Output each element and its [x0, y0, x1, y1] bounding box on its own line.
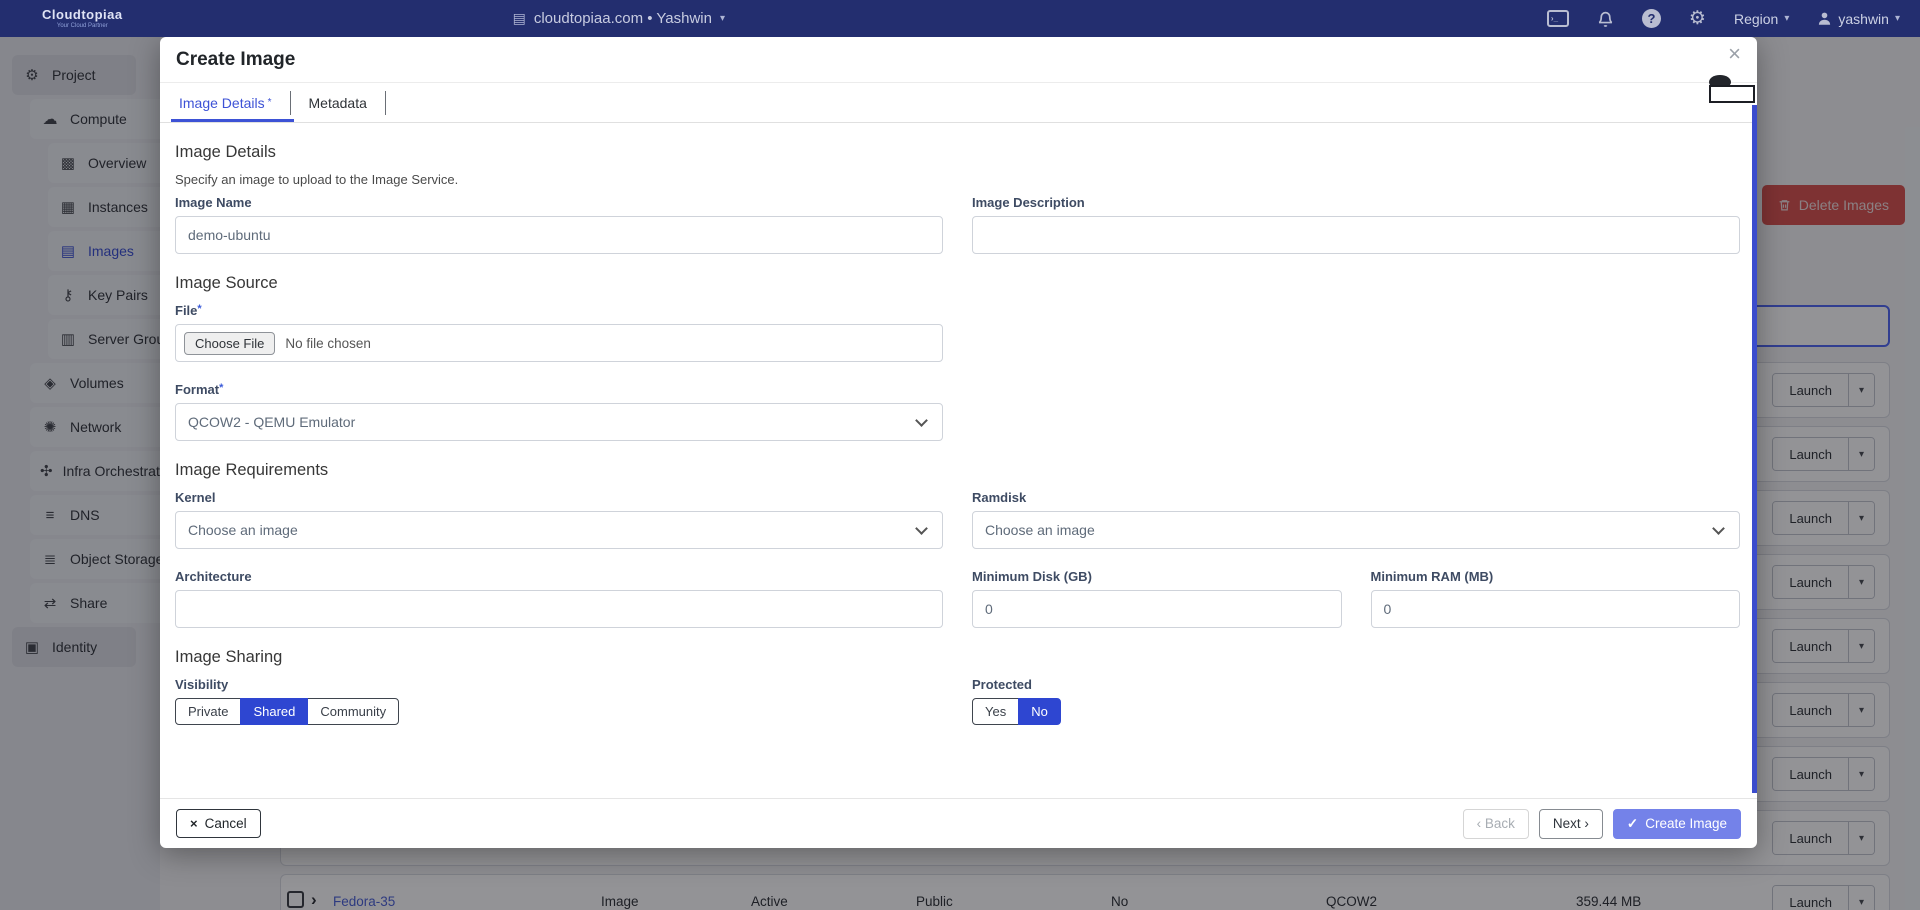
architecture-input[interactable]: [175, 590, 943, 628]
chevron-down-icon: [915, 414, 928, 427]
image-description-label: Image Description: [972, 195, 1740, 210]
tab-metadata[interactable]: Metadata: [305, 83, 371, 122]
check-icon: ✓: [1627, 816, 1638, 832]
modal-scrollbar[interactable]: [1752, 105, 1757, 793]
section-image-sharing: Image Sharing Visibility Private Shared …: [175, 648, 1740, 725]
chevron-down-icon: [1712, 522, 1725, 535]
protected-yes-button[interactable]: Yes: [972, 698, 1019, 725]
visibility-private-button[interactable]: Private: [175, 698, 241, 725]
domain-project-switcher[interactable]: ▤ cloudtopiaa.com • Yashwin ▾: [513, 10, 725, 27]
choose-file-button[interactable]: Choose File: [184, 332, 275, 355]
protected-group: Protected Yes No: [972, 677, 1740, 725]
image-description-group: Image Description: [972, 195, 1740, 254]
scrolled-element-artifact-box: [1709, 85, 1755, 103]
protected-label: Protected: [972, 677, 1740, 692]
brand-name: Cloudtopiaa: [42, 8, 123, 21]
x-icon: ×: [190, 816, 198, 831]
ramdisk-group: Ramdisk Choose an image: [972, 490, 1740, 549]
section-image-requirements: Image Requirements Kernel Choose an imag…: [175, 461, 1740, 628]
chevron-down-icon: ▾: [720, 13, 725, 24]
min-disk-input[interactable]: [972, 590, 1342, 628]
min-disk-label: Minimum Disk (GB): [972, 569, 1342, 584]
tab-image-details[interactable]: Image Details *: [175, 83, 276, 122]
person-icon: [1817, 11, 1832, 26]
min-ram-input[interactable]: [1371, 590, 1741, 628]
visibility-toggle: Private Shared Community: [175, 698, 399, 725]
close-icon[interactable]: ×: [1728, 43, 1741, 65]
back-button[interactable]: ‹ Back: [1463, 809, 1529, 839]
brand-tagline: Your Cloud Partner: [57, 23, 108, 29]
next-button[interactable]: Next ›: [1539, 809, 1603, 839]
list-icon: ▤: [513, 10, 526, 27]
modal-footer: × Cancel ‹ Back Next › ✓ Create Image: [160, 798, 1757, 848]
section-image-source: Image Source File* Choose File No file c…: [175, 274, 1740, 441]
console-icon[interactable]: ›_: [1547, 10, 1569, 27]
region-dropdown[interactable]: Region ▾: [1734, 11, 1789, 27]
min-disk-group: Minimum Disk (GB): [972, 569, 1342, 628]
chevron-down-icon: [915, 522, 928, 535]
modal-title: Create Image: [176, 49, 295, 71]
tab-separator: [290, 91, 291, 115]
file-label: File*: [175, 303, 943, 318]
ramdisk-select[interactable]: Choose an image: [972, 511, 1740, 549]
brand-logo[interactable]: Cloudtopiaa Your Cloud Partner: [42, 8, 123, 29]
visibility-label: Visibility: [175, 677, 943, 692]
no-file-chosen-text: No file chosen: [285, 336, 371, 351]
min-ram-label: Minimum RAM (MB): [1371, 569, 1741, 584]
visibility-shared-button[interactable]: Shared: [240, 698, 308, 725]
modal-header: Create Image ×: [160, 37, 1757, 83]
bell-glyph: [1597, 10, 1614, 28]
chevron-down-icon: ▾: [1895, 13, 1900, 24]
protected-no-button[interactable]: No: [1018, 698, 1061, 725]
gear-icon[interactable]: ⚙: [1689, 7, 1706, 30]
kernel-group: Kernel Choose an image: [175, 490, 943, 549]
cancel-button[interactable]: × Cancel: [176, 809, 261, 838]
format-select[interactable]: QCOW2 - QEMU Emulator: [175, 403, 943, 441]
architecture-label: Architecture: [175, 569, 943, 584]
user-menu[interactable]: yashwin ▾: [1817, 11, 1900, 27]
section-image-details: Image Details Specify an image to upload…: [175, 143, 1740, 254]
file-group: File* Choose File No file chosen: [175, 303, 943, 362]
section-heading: Image Source: [175, 274, 1740, 293]
section-help-text: Specify an image to upload to the Image …: [175, 172, 1740, 187]
image-name-label: Image Name: [175, 195, 943, 210]
required-mark: *: [219, 382, 223, 394]
kernel-label: Kernel: [175, 490, 943, 505]
min-ram-group: Minimum RAM (MB): [1371, 569, 1741, 628]
visibility-group: Visibility Private Shared Community: [175, 677, 943, 725]
architecture-group: Architecture: [175, 569, 943, 628]
section-heading: Image Details: [175, 143, 1740, 162]
create-image-button[interactable]: ✓ Create Image: [1613, 809, 1741, 839]
kernel-select[interactable]: Choose an image: [175, 511, 943, 549]
image-name-group: Image Name: [175, 195, 943, 254]
modal-body: Image Details Specify an image to upload…: [160, 123, 1757, 798]
ramdisk-label: Ramdisk: [972, 490, 1740, 505]
chevron-down-icon: ▾: [1784, 13, 1789, 24]
visibility-community-button[interactable]: Community: [307, 698, 399, 725]
format-group: Format* QCOW2 - QEMU Emulator: [175, 382, 943, 441]
modal-tabbar: Image Details * Metadata: [160, 83, 1757, 123]
required-mark: *: [197, 303, 201, 315]
file-input[interactable]: Choose File No file chosen: [175, 324, 943, 362]
help-icon[interactable]: ?: [1642, 9, 1661, 28]
required-mark: *: [268, 97, 272, 108]
bell-icon[interactable]: [1597, 10, 1614, 28]
top-navbar: Cloudtopiaa Your Cloud Partner ▤ cloudto…: [0, 0, 1920, 37]
image-description-input[interactable]: [972, 216, 1740, 254]
tab-separator: [385, 91, 386, 115]
protected-toggle: Yes No: [972, 698, 1061, 725]
create-image-modal: Create Image × Image Details * Metadata …: [160, 37, 1757, 848]
format-label: Format*: [175, 382, 943, 397]
section-heading: Image Requirements: [175, 461, 1740, 480]
section-heading: Image Sharing: [175, 648, 1740, 667]
image-name-input[interactable]: [175, 216, 943, 254]
topbar-actions: ›_ ? ⚙ Region ▾ yashwin ▾: [1547, 7, 1900, 30]
breadcrumb: cloudtopiaa.com • Yashwin: [534, 10, 712, 27]
